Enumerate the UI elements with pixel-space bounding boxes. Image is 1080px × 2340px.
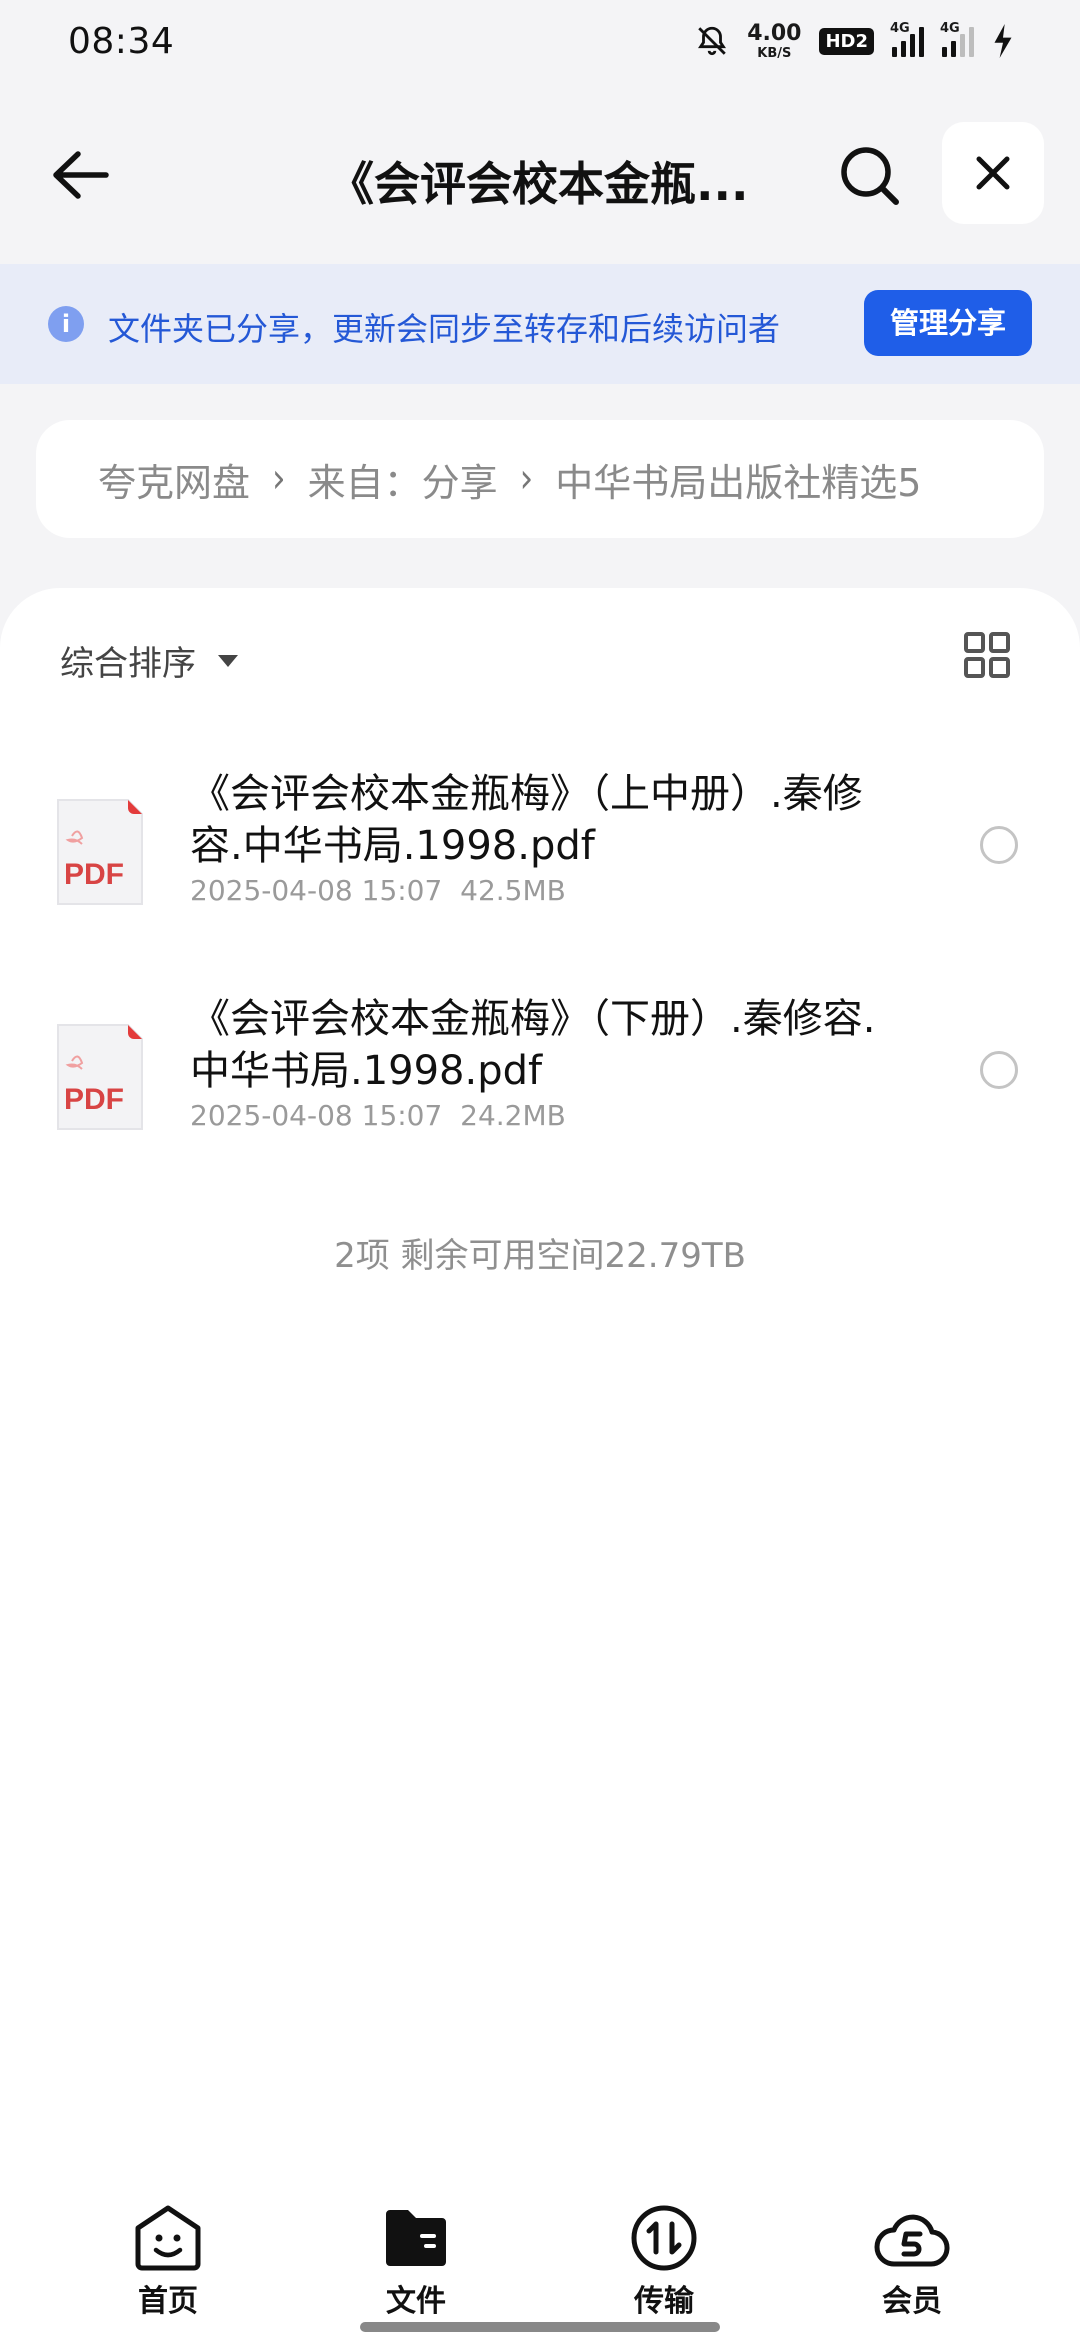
file-date: 2025-04-08 15:07 — [190, 874, 443, 907]
select-checkbox[interactable] — [980, 826, 1018, 864]
chevron-right-icon: › — [272, 455, 286, 503]
breadcrumb: 夸克网盘 › 来自：分享 › 中华书局出版社精选5 — [36, 420, 1044, 538]
back-button[interactable] — [50, 148, 112, 202]
search-icon — [841, 147, 899, 205]
pdf-icon-label: PDF — [64, 858, 124, 891]
search-button[interactable] — [838, 144, 902, 208]
home-indicator — [360, 2322, 720, 2332]
file-size: 42.5MB — [460, 874, 566, 907]
file-meta: 2025-04-08 15:07 42.5MB — [190, 874, 566, 907]
file-meta: 2025-04-08 15:07 24.2MB — [190, 1099, 566, 1132]
nav-item-transfer[interactable]: 传输 — [594, 2204, 734, 2324]
share-banner: i 文件夹已分享，更新会同步至转存和后续访问者 管理分享 — [0, 264, 1080, 384]
sort-dropdown[interactable]: 综合排序 — [60, 636, 238, 685]
info-icon: i — [48, 306, 84, 342]
transfer-icon — [631, 2205, 697, 2271]
breadcrumb-item-shared[interactable]: 来自：分享 — [308, 452, 498, 507]
vip-cloud-icon — [874, 2214, 950, 2267]
breadcrumb-item-current[interactable]: 中华书局出版社精选5 — [555, 452, 921, 507]
file-date: 2025-04-08 15:07 — [190, 1099, 443, 1132]
mute-bell-icon — [698, 26, 727, 56]
charging-icon — [994, 24, 1012, 58]
grid-icon — [964, 632, 1010, 678]
nav-label: 传输 — [634, 2284, 694, 2319]
file-list-panel: 综合排序 PDF 《会评会校本金瓶梅》（上中册）.秦修容.中华书局.1998.p… — [0, 588, 1080, 2188]
nav-label: 文件 — [386, 2284, 446, 2319]
nav-item-files[interactable]: 文件 — [346, 2204, 486, 2324]
select-checkbox[interactable] — [980, 1051, 1018, 1089]
breadcrumb-item-root[interactable]: 夸克网盘 — [98, 452, 250, 507]
home-smile-icon — [135, 2205, 201, 2271]
view-toggle-button[interactable] — [964, 632, 1010, 678]
nav-label: 首页 — [138, 2284, 198, 2319]
file-size: 24.2MB — [460, 1099, 566, 1132]
status-icons: 4.00 KB/S HD2 4G 4G — [695, 20, 1014, 61]
status-bar: 08:34 4.00 KB/S HD2 4G 4G — [0, 0, 1080, 82]
status-time: 08:34 — [68, 20, 175, 62]
caret-down-icon — [218, 654, 238, 667]
storage-summary: 2项 剩余可用空间22.79TB — [334, 1236, 746, 1276]
chevron-right-icon: › — [519, 455, 534, 503]
signal-icon: 4G — [940, 21, 974, 57]
page-title: 《会评会校本金瓶... — [328, 157, 748, 211]
header: 《会评会校本金瓶... — [0, 122, 1080, 228]
signal-label: 4G — [890, 21, 910, 36]
close-icon — [976, 156, 1010, 190]
page: 08:34 4.00 KB/S HD2 4G 4G 《会评会校本金瓶... i … — [0, 0, 1080, 2340]
pdf-file-icon: PDF — [57, 799, 143, 905]
back-arrow-icon — [53, 151, 109, 199]
close-button[interactable] — [942, 122, 1044, 224]
nav-item-home[interactable]: 首页 — [98, 2204, 238, 2324]
file-row[interactable]: PDF 《会评会校本金瓶梅》（上中册）.秦修容.中华书局.1998.pdf 20… — [0, 768, 1080, 958]
share-banner-text: 文件夹已分享，更新会同步至转存和后续访问者 — [108, 310, 781, 348]
speed-value: 4.00 — [747, 20, 802, 46]
folder-icon — [386, 2210, 446, 2266]
hd-icon: HD2 — [819, 27, 874, 55]
manage-share-button[interactable]: 管理分享 — [864, 290, 1032, 356]
pdf-icon-label: PDF — [64, 1083, 124, 1116]
bottom-nav: 首页 文件 传输 会员 — [0, 2188, 1080, 2340]
file-name: 《会评会校本金瓶梅》（上中册）.秦修容.中华书局.1998.pdf — [190, 771, 863, 869]
sort-label: 综合排序 — [60, 644, 196, 684]
pdf-file-icon: PDF — [57, 1024, 143, 1130]
file-name: 《会评会校本金瓶梅》（下册）.秦修容.中华书局.1998.pdf — [190, 996, 876, 1094]
nav-label: 会员 — [882, 2284, 942, 2319]
network-speed: 4.00 KB/S — [747, 20, 802, 61]
nav-item-vip[interactable]: 会员 — [842, 2204, 982, 2324]
speed-unit: KB/S — [757, 45, 792, 61]
signal-label: 4G — [940, 21, 960, 36]
signal-icon: 4G — [890, 21, 924, 57]
file-row[interactable]: PDF 《会评会校本金瓶梅》（下册）.秦修容.中华书局.1998.pdf 202… — [0, 993, 1080, 1183]
